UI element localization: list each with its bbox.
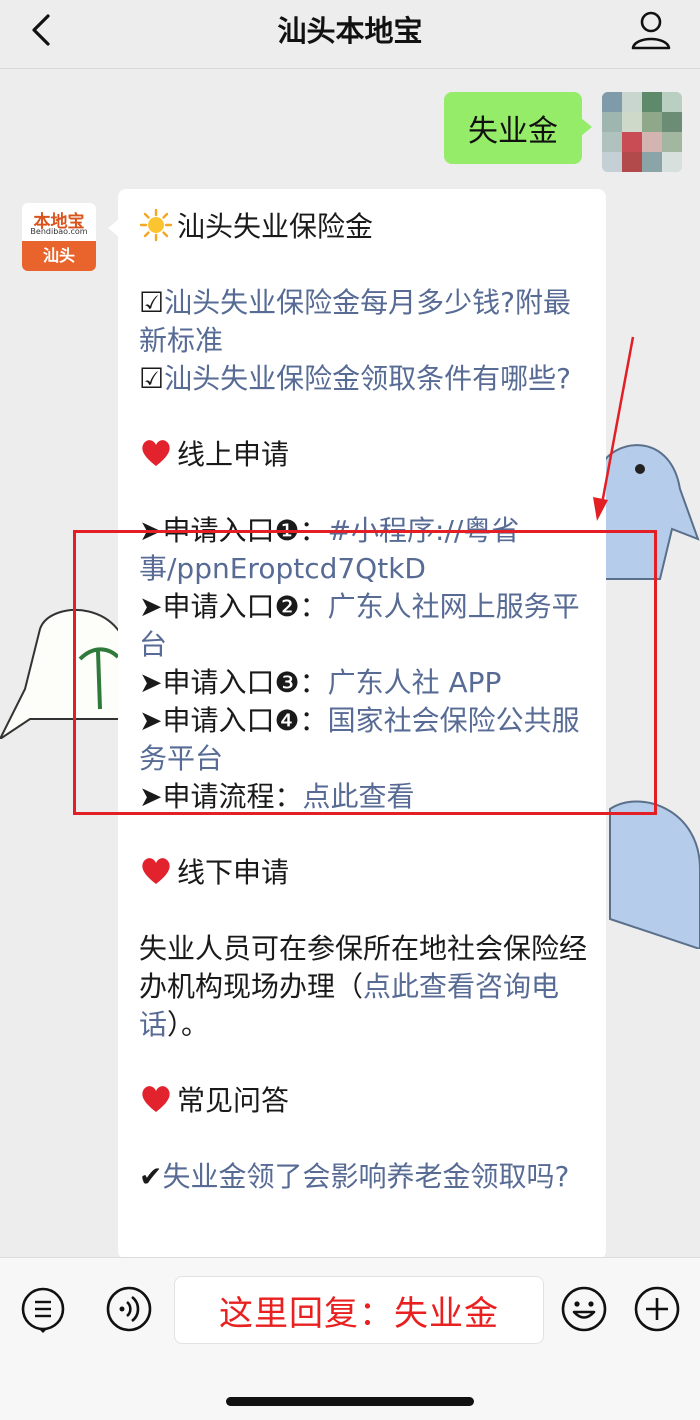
home-indicator[interactable]: [226, 1397, 474, 1406]
sun-icon: [139, 208, 173, 242]
section-heading-offline: 线下申请: [139, 854, 589, 892]
heart-icon: [142, 858, 170, 884]
link-monthly-amount[interactable]: 汕头失业保险金每月多少钱?附最新标准: [139, 286, 571, 357]
heading-text: 汕头失业保险金: [177, 210, 374, 243]
heart-icon: [142, 440, 170, 466]
smiley-icon[interactable]: [560, 1285, 608, 1333]
user-avatar[interactable]: [602, 92, 682, 172]
highlight-frame: [73, 530, 657, 815]
checkbox-icon: ☑: [139, 362, 165, 395]
logo-city: 汕头: [22, 241, 96, 271]
person-icon[interactable]: [628, 8, 674, 52]
chat-area[interactable]: 失业金 本地宝 Bendibao.com 汕头 汕头失业保险金 ☑汕头失业保险金…: [0, 69, 700, 1257]
reply-input[interactable]: 这里回复：失业金: [174, 1276, 544, 1344]
offline-paragraph: 失业人员可在参保所在地社会保险经办机构现场办理（点此查看咨询电话）。: [139, 932, 588, 1041]
faq-link[interactable]: 失业金领了会影响养老金领取吗?: [162, 1160, 569, 1193]
check-icon: ✔: [139, 1160, 163, 1193]
section-heading-online: 线上申请: [139, 436, 589, 474]
reply-input-text: 这里回复：失业金: [219, 1293, 499, 1334]
link-row: ☑汕头失业保险金每月多少钱?附最新标准: [139, 284, 589, 360]
logo-sub: Bendibao.com: [30, 227, 88, 236]
message-heading: 汕头失业保险金: [139, 208, 589, 246]
bot-avatar[interactable]: 本地宝 Bendibao.com 汕头: [22, 203, 96, 271]
checkbox-icon: ☑: [139, 286, 165, 319]
input-bar: 这里回复：失业金: [0, 1257, 700, 1420]
chat-title: 汕头本地宝: [277, 14, 423, 48]
voice-icon[interactable]: [105, 1285, 153, 1333]
list-menu-icon[interactable]: [19, 1285, 67, 1333]
heart-icon: [142, 1086, 170, 1112]
section-heading-faq: 常见问答: [139, 1082, 589, 1120]
faq-row: ✔失业金领了会影响养老金领取吗?: [139, 1158, 589, 1196]
plus-icon[interactable]: [633, 1285, 681, 1333]
link-conditions[interactable]: 汕头失业保险金领取条件有哪些?: [164, 362, 571, 395]
user-message-bubble[interactable]: 失业金: [444, 92, 592, 164]
link-row: ☑汕头失业保险金领取条件有哪些?: [139, 360, 589, 398]
user-message-text: 失业金: [468, 114, 558, 149]
nav-header: 汕头本地宝: [0, 0, 700, 69]
